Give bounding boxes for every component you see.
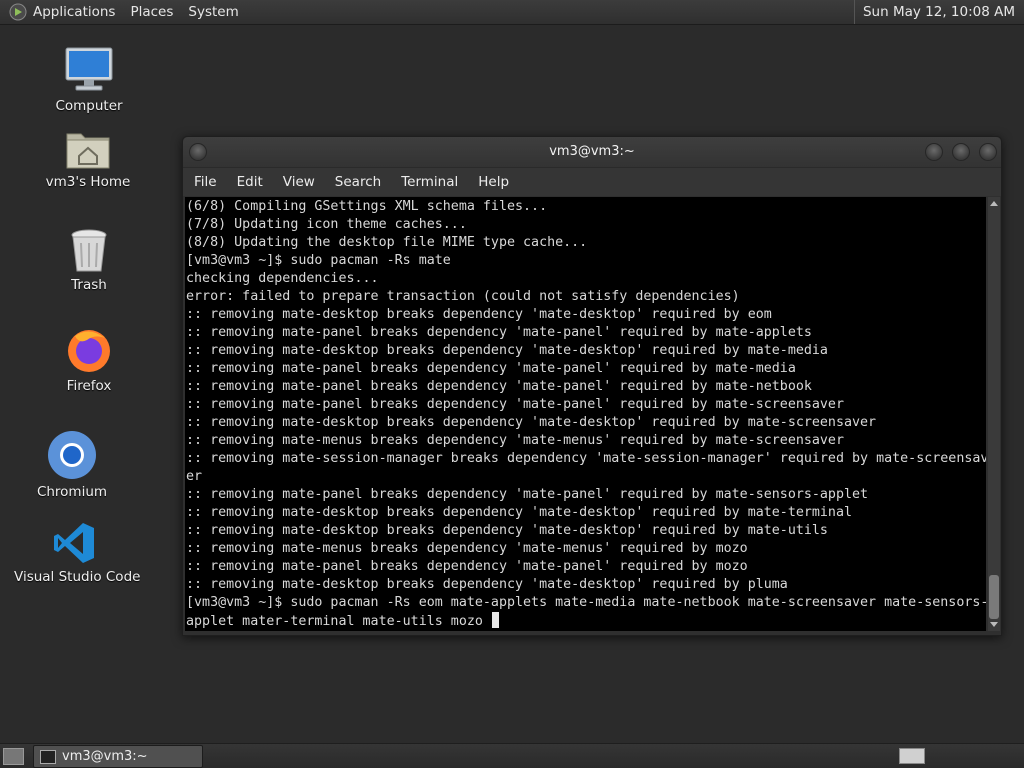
show-desktop-button[interactable] (3, 748, 24, 765)
window-titlebar[interactable]: vm3@vm3:~ (183, 137, 1001, 168)
scroll-down-arrow-icon[interactable] (990, 622, 998, 627)
terminal-menubar: File Edit View Search Terminal Help (183, 168, 1001, 196)
desktop-icon-label: Visual Studio Code (14, 569, 141, 585)
vscode-icon (54, 523, 94, 563)
applications-menu[interactable]: Applications (33, 4, 115, 20)
terminal-line: :: removing mate-desktop breaks dependen… (186, 343, 828, 358)
mate-logo-icon[interactable] (9, 3, 27, 21)
desktop-icon-home[interactable]: vm3's Home (40, 128, 136, 190)
desktop-icon-label: Firefox (66, 378, 112, 394)
terminal-line: (8/8) Updating the desktop file MIME typ… (186, 235, 588, 250)
scrollbar-thumb[interactable] (989, 575, 999, 619)
window-title: vm3@vm3:~ (549, 144, 635, 159)
clock[interactable]: Sun May 12, 10:08 AM (853, 0, 1024, 24)
terminal-line: :: removing mate-desktop breaks dependen… (186, 415, 877, 430)
terminal-line: :: removing mate-desktop breaks dependen… (186, 577, 788, 592)
desktop-icon-chromium[interactable]: Chromium (33, 430, 111, 500)
menu-view[interactable]: View (283, 174, 315, 190)
workspace-switcher[interactable] (899, 748, 925, 764)
minimize-button[interactable] (925, 143, 943, 161)
desktop-icon-firefox[interactable]: Firefox (48, 326, 130, 394)
terminal-line: [vm3@vm3 ~]$ sudo pacman -Rs eom mate-ap… (186, 595, 986, 610)
terminal-line: (6/8) Compiling GSettings XML schema fil… (186, 199, 548, 214)
terminal-scrollbar[interactable] (988, 197, 1000, 631)
terminal-line: :: removing mate-panel breaks dependency… (186, 559, 748, 574)
terminal-line: applet mater-terminal mate-utils mozo (186, 614, 491, 629)
computer-icon (65, 47, 113, 91)
menu-terminal[interactable]: Terminal (401, 174, 458, 190)
terminal-line: [vm3@vm3 ~]$ sudo pacman -Rs mate (186, 253, 451, 268)
terminal-line: :: removing mate-panel breaks dependency… (186, 397, 844, 412)
terminal-line: :: removing mate-panel breaks dependency… (186, 361, 796, 376)
close-button[interactable] (979, 143, 997, 161)
terminal-line: :: removing mate-menus breaks dependency… (186, 433, 844, 448)
home-folder-icon (66, 133, 110, 169)
chromium-icon (48, 431, 96, 479)
terminal-line: error: failed to prepare transaction (co… (186, 289, 740, 304)
terminal-window: vm3@vm3:~ File Edit View Search Terminal… (182, 136, 1002, 636)
terminal-line: :: removing mate-menus breaks dependency… (186, 541, 748, 556)
terminal-cursor (491, 612, 499, 628)
menu-edit[interactable]: Edit (237, 174, 263, 190)
terminal-line: :: removing mate-desktop breaks dependen… (186, 505, 853, 520)
top-panel: Applications Places System Sun May 12, 1… (0, 0, 1024, 25)
system-menu[interactable]: System (188, 4, 238, 20)
terminal-line: :: removing mate-panel breaks dependency… (186, 487, 869, 502)
desktop-icon-label: Computer (55, 98, 123, 114)
terminal-line: checking dependencies... (186, 271, 379, 286)
bottom-panel: vm3@vm3:~ (0, 743, 1024, 768)
trash-icon (71, 229, 107, 272)
terminal-line: :: removing mate-desktop breaks dependen… (186, 307, 772, 322)
desktop-icon-trash[interactable]: Trash (48, 229, 130, 293)
menu-help[interactable]: Help (478, 174, 509, 190)
terminal-icon (40, 750, 56, 764)
menu-file[interactable]: File (194, 174, 217, 190)
taskbar-window-label: vm3@vm3:~ (62, 749, 148, 764)
terminal-line: er (186, 469, 203, 484)
scroll-up-arrow-icon[interactable] (990, 201, 998, 206)
terminal-line: :: removing mate-session-manager breaks … (186, 451, 986, 466)
menu-search[interactable]: Search (335, 174, 381, 190)
places-menu[interactable]: Places (130, 4, 173, 20)
desktop-icon-label: vm3's Home (45, 174, 131, 190)
terminal-line: :: removing mate-desktop breaks dependen… (186, 523, 828, 538)
desktop-icon-label: Chromium (36, 484, 108, 500)
maximize-button[interactable] (952, 143, 970, 161)
terminal-line: :: removing mate-panel breaks dependency… (186, 325, 812, 340)
firefox-icon (68, 330, 110, 372)
terminal-line: (7/8) Updating icon theme caches... (186, 217, 467, 232)
desktop-icon-label: Trash (71, 277, 107, 293)
taskbar-window-button[interactable]: vm3@vm3:~ (33, 745, 203, 768)
terminal-output[interactable]: (6/8) Compiling GSettings XML schema fil… (185, 197, 986, 631)
desktop-icon-computer[interactable]: Computer (48, 46, 130, 114)
terminal-line: :: removing mate-panel breaks dependency… (186, 379, 812, 394)
desktop-icon-vscode[interactable]: Visual Studio Code (14, 521, 141, 585)
